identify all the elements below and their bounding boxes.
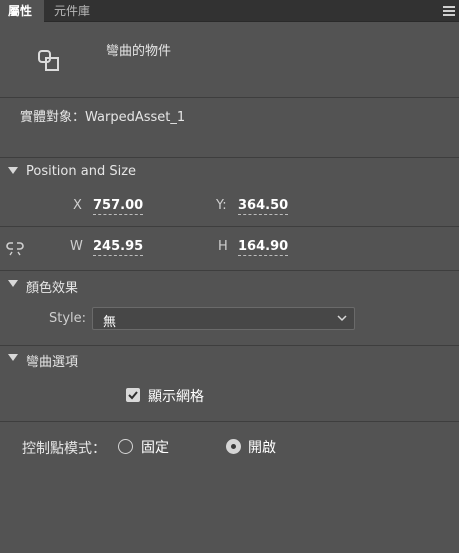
y-label: Y: [216,198,227,213]
w-value-field[interactable]: 245.95 [93,239,144,256]
show-mesh-label[interactable]: 顯示網格 [148,386,204,406]
x-value-field[interactable]: 757.00 [93,198,144,215]
radio-fixed-label[interactable]: 固定 [141,437,169,457]
style-selected-value: 無 [103,315,117,330]
tab-properties[interactable]: 屬性 [0,0,44,22]
divider [0,270,459,271]
radio-open[interactable] [226,439,241,454]
radio-open-label[interactable]: 開啟 [248,437,276,457]
divider [0,421,459,422]
instance-label: 實體對象： [20,110,86,125]
instance-name-row: 實體對象：WarpedAsset_1 [20,106,185,125]
style-label: Style: [49,311,87,326]
divider [0,97,459,98]
object-type-name: 彎曲的物件 [106,44,172,59]
divider [0,157,459,158]
collapse-triangle-icon [8,167,18,174]
divider [0,226,459,227]
section-title: 彎曲選項 [26,355,79,370]
chevron-down-icon [336,312,348,324]
show-mesh-checkbox[interactable] [126,388,140,402]
x-label: X [73,198,82,213]
section-color-effect-header[interactable]: 顏色效果 [0,273,459,297]
link-proportions-icon[interactable] [6,238,24,256]
w-label: W [70,239,83,254]
panel-tab-bar: 屬性 元件庫 [0,0,459,22]
y-value-field[interactable]: 364.50 [238,198,289,215]
section-title: Position and Size [26,164,137,179]
style-dropdown[interactable]: 無 [92,307,355,330]
warp-object-icon [36,48,62,74]
tab-library[interactable]: 元件庫 [46,0,98,22]
radio-fixed[interactable] [118,439,133,454]
checkmark-icon [128,391,138,400]
instance-value[interactable]: WarpedAsset_1 [85,110,185,125]
h-value-field[interactable]: 164.90 [238,239,289,256]
section-warp-options-header[interactable]: 彎曲選項 [0,347,459,371]
section-title: 顏色效果 [26,281,79,296]
section-position-size-header[interactable]: Position and Size [0,160,459,184]
control-mode-label: 控制點模式： [22,441,106,457]
properties-panel: 屬性 元件庫 彎曲的物件 實體對象：WarpedAsset_1 Position… [0,0,459,553]
hamburger-menu-icon[interactable] [443,6,455,16]
collapse-triangle-icon [8,280,18,287]
divider [0,345,459,346]
h-label: H [218,239,228,254]
collapse-triangle-icon [8,354,18,361]
